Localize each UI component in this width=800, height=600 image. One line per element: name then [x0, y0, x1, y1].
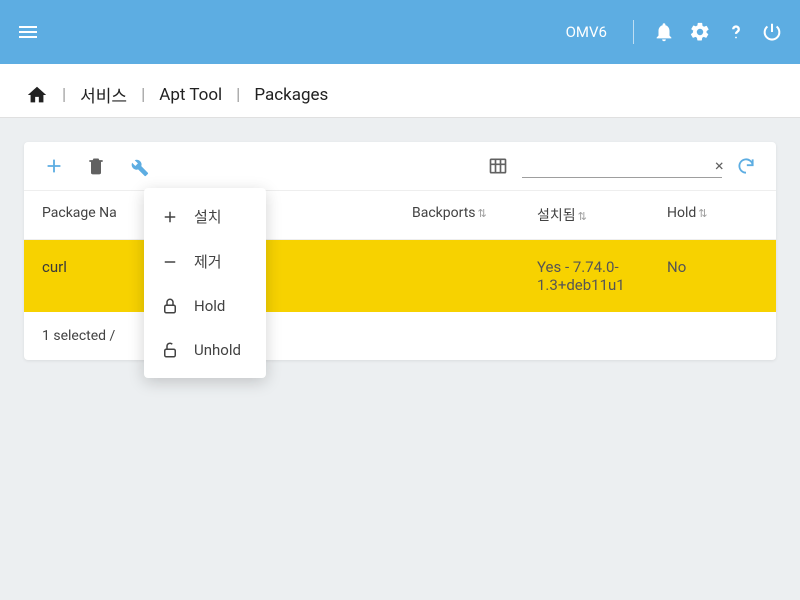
menu-unhold[interactable]: Unhold — [144, 328, 266, 372]
packages-card: × Package Na Backports⇅ 설치됨⇅ Hold⇅ curl … — [24, 142, 776, 360]
search-input-container: × — [522, 154, 722, 178]
breadcrumb-item[interactable]: Apt Tool — [159, 85, 222, 105]
search-input[interactable] — [528, 158, 709, 174]
breadcrumb-item[interactable]: 서비스 — [80, 82, 127, 107]
breadcrumb-item[interactable]: Packages — [254, 85, 328, 105]
menu-remove[interactable]: 제거 — [144, 239, 266, 284]
wrench-button[interactable] — [126, 154, 150, 178]
delete-button[interactable] — [84, 154, 108, 178]
column-header-backports[interactable]: Backports⇅ — [412, 205, 537, 225]
gear-icon[interactable] — [688, 20, 712, 44]
breadcrumb-sep: | — [62, 85, 66, 105]
add-button[interactable] — [42, 154, 66, 178]
breadcrumb-sep: | — [141, 85, 145, 105]
menu-hold[interactable]: Hold — [144, 284, 266, 328]
app-header: OMV6 — [0, 0, 800, 64]
unlock-icon — [160, 340, 180, 360]
columns-icon[interactable] — [486, 154, 510, 178]
toolbar: × — [24, 142, 776, 191]
bell-icon[interactable] — [652, 20, 676, 44]
clear-search-icon[interactable]: × — [715, 156, 724, 175]
column-header-installed[interactable]: 설치됨⇅ — [537, 205, 667, 225]
brand-label: OMV6 — [566, 23, 607, 41]
cell-backports — [412, 258, 537, 294]
wrench-menu: 설치 제거 Hold Unhold — [144, 188, 266, 378]
menu-install[interactable]: 설치 — [144, 194, 266, 239]
menu-label: 제거 — [194, 251, 222, 272]
menu-label: 설치 — [194, 206, 222, 227]
divider — [633, 20, 634, 44]
plus-icon — [160, 207, 180, 227]
breadcrumb-sep: | — [236, 85, 240, 105]
cell-installed: Yes - 7.74.0-1.3+deb11u1 — [537, 258, 667, 294]
lock-icon — [160, 296, 180, 316]
refresh-button[interactable] — [734, 154, 758, 178]
help-icon[interactable] — [724, 20, 748, 44]
menu-label: Hold — [194, 297, 225, 315]
column-header-hold[interactable]: Hold⇅ — [667, 205, 758, 225]
home-icon[interactable] — [26, 84, 48, 106]
power-icon[interactable] — [760, 20, 784, 44]
cell-hold: No — [667, 258, 758, 294]
minus-icon — [160, 252, 180, 272]
table-header: Package Na Backports⇅ 설치됨⇅ Hold⇅ — [24, 191, 776, 240]
selection-status: 1 selected / — [24, 312, 776, 360]
menu-icon[interactable] — [16, 20, 40, 44]
breadcrumb: | 서비스 | Apt Tool | Packages — [0, 64, 800, 118]
menu-label: Unhold — [194, 341, 241, 359]
table-row[interactable]: curl Yes - 7.74.0-1.3+deb11u1 No — [24, 240, 776, 312]
